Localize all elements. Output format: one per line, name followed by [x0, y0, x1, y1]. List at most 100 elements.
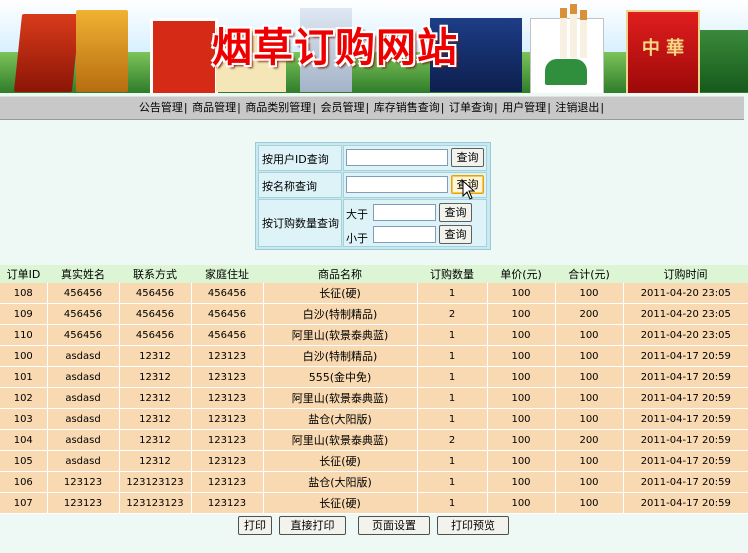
table-cell: 盐仓(大阳版)	[262, 408, 417, 430]
column-header: 订单ID	[0, 265, 47, 283]
table-cell: asdasd	[46, 366, 119, 388]
table-cell: 123123	[190, 408, 263, 430]
table-row: 105 asdasd 12312 123123 长征(硬) 1 100 100 2011-04-…	[0, 450, 748, 472]
table-cell: 123123	[190, 429, 263, 451]
nav-item-inventory[interactable]: 库存销售查询	[374, 101, 440, 114]
column-header: 联系方式	[119, 265, 191, 283]
table-cell: 1	[416, 324, 487, 346]
header-banner: 中 華 烟草订购网站	[0, 0, 748, 93]
table-cell: 1	[416, 471, 487, 493]
query-greater-button[interactable]: 查询	[439, 203, 472, 222]
nav-bar: 公告管理| 商品管理| 商品类别管理| 会员管理| 库存销售查询| 订单查询| …	[0, 96, 744, 120]
nav-item-users[interactable]: 用户管理	[502, 101, 546, 114]
by-user-id-label: 按用户ID查询	[262, 153, 329, 166]
table-row: 103 asdasd 12312 123123 盐仓(大阳版) 1 100 100 2011-0…	[0, 408, 748, 430]
table-row: 100 asdasd 12312 123123 白沙(特制精品) 1 100 100 2011-…	[0, 345, 748, 367]
table-cell: 白沙(特制精品)	[262, 345, 417, 367]
table-cell: 100	[486, 283, 555, 304]
table-cell: 456456	[118, 324, 191, 346]
table-cell: 100	[486, 471, 555, 493]
nav-item-logout[interactable]: 注销退出	[555, 101, 599, 114]
user-id-input[interactable]	[346, 149, 448, 166]
less-than-label: 小于	[346, 232, 368, 245]
quantity-greater-input[interactable]	[373, 204, 436, 221]
table-cell: 2011-04-17 20:59	[622, 429, 748, 451]
table-cell: 100	[554, 324, 623, 346]
table-cell: 108	[0, 283, 47, 304]
table-cell: 100	[486, 450, 555, 472]
table-cell: 盐仓(大阳版)	[262, 471, 417, 493]
cigarette-pack-image	[76, 10, 128, 92]
table-row: 106 123123 123123123 123123 盐仓(大阳版) 1 100 100 20…	[0, 471, 748, 493]
nav-item-categories[interactable]: 商品类别管理	[245, 101, 311, 114]
table-cell: 456456	[118, 303, 191, 325]
table-cell: 104	[0, 429, 47, 451]
table-cell: 103	[0, 408, 47, 430]
table-cell: 101	[0, 366, 47, 388]
table-cell: 1	[416, 387, 487, 409]
table-cell: 100	[486, 408, 555, 430]
table-cell: asdasd	[46, 450, 119, 472]
nav-item-members[interactable]: 会员管理	[321, 101, 365, 114]
cigarette-pack-image	[700, 30, 748, 92]
table-cell: 123123	[190, 492, 263, 514]
page-setup-button[interactable]: 页面设置	[358, 516, 430, 535]
table-cell: 2011-04-17 20:59	[622, 366, 748, 388]
print-button[interactable]: 打印	[238, 516, 272, 535]
table-cell: 100	[554, 283, 623, 304]
table-cell: 2011-04-17 20:59	[622, 345, 748, 367]
product-name-input[interactable]	[346, 176, 448, 193]
nav-separator: |	[312, 101, 317, 114]
query-user-button[interactable]: 查询	[451, 148, 484, 167]
nav-separator: |	[365, 101, 370, 114]
nav-item-announcements[interactable]: 公告管理	[139, 101, 183, 114]
table-cell: 123123123	[118, 492, 191, 514]
nav-separator: |	[237, 101, 241, 114]
table-cell: 105	[0, 450, 47, 472]
nav-item-orders[interactable]: 订单查询	[449, 101, 493, 114]
table-cell: 100	[0, 345, 47, 367]
table-cell: 107	[0, 492, 47, 514]
table-cell: 阿里山(软景泰典蓝)	[262, 387, 417, 409]
column-header: 家庭住址	[191, 265, 263, 283]
table-cell: 456456	[190, 283, 263, 304]
print-preview-button[interactable]: 打印预览	[437, 516, 509, 535]
table-cell: 100	[554, 366, 623, 388]
table-cell: 100	[554, 345, 623, 367]
table-cell: 2011-04-20 23:05	[622, 324, 748, 346]
table-cell: 2	[416, 303, 487, 325]
table-cell: 2011-04-17 20:59	[622, 387, 748, 409]
direct-print-button[interactable]: 直接打印	[279, 516, 346, 535]
query-less-button[interactable]: 查询	[439, 225, 472, 244]
by-name-label: 按名称查询	[262, 180, 317, 193]
table-cell: 123123	[46, 492, 119, 514]
table-cell: 456456	[118, 283, 191, 304]
quantity-less-input[interactable]	[373, 226, 436, 243]
table-cell: 100	[554, 492, 623, 514]
orders-table: 订单ID 真实姓名 联系方式 家庭住址 商品名称 订购数量 单价(元) 合计(元…	[0, 265, 748, 514]
table-cell: 200	[554, 429, 623, 451]
table-cell: 白沙(特制精品)	[262, 303, 417, 325]
column-header: 商品名称	[263, 265, 417, 283]
site-title: 烟草订购网站	[212, 24, 458, 71]
table-header-row: 订单ID 真实姓名 联系方式 家庭住址 商品名称 订购数量 单价(元) 合计(元…	[0, 265, 748, 283]
nav-separator: |	[547, 101, 551, 114]
table-cell: 1	[416, 283, 487, 304]
table-row: 108 456456 456456 456456 长征(硬) 1 100 100 2011-04…	[0, 283, 748, 304]
table-row: 101 asdasd 12312 123123 555(金中免) 1 100 100 2011-…	[0, 366, 748, 388]
table-cell: 100	[554, 471, 623, 493]
nav-item-products[interactable]: 商品管理	[192, 101, 236, 114]
table-row: 109 456456 456456 456456 白沙(特制精品) 2 100 200 2011…	[0, 303, 748, 325]
table-cell: 1	[416, 366, 487, 388]
table-cell: 12312	[118, 366, 191, 388]
cigarette-image	[580, 10, 587, 58]
table-cell: 109	[0, 303, 47, 325]
table-cell: 123123	[46, 471, 119, 493]
table-cell: 456456	[46, 283, 119, 304]
table-row: 110 456456 456456 456456 阿里山(软景泰典蓝) 1 100 100 20…	[0, 324, 748, 346]
query-form: 按用户ID查询 查询 按名称查询 查询 按订购数量查询 大于 查询 小于 查询	[255, 142, 491, 250]
nav-separator: |	[183, 101, 188, 114]
cigarette-image	[570, 4, 577, 58]
table-cell: 2011-04-20 23:05	[622, 303, 748, 325]
table-cell: 100	[554, 408, 623, 430]
